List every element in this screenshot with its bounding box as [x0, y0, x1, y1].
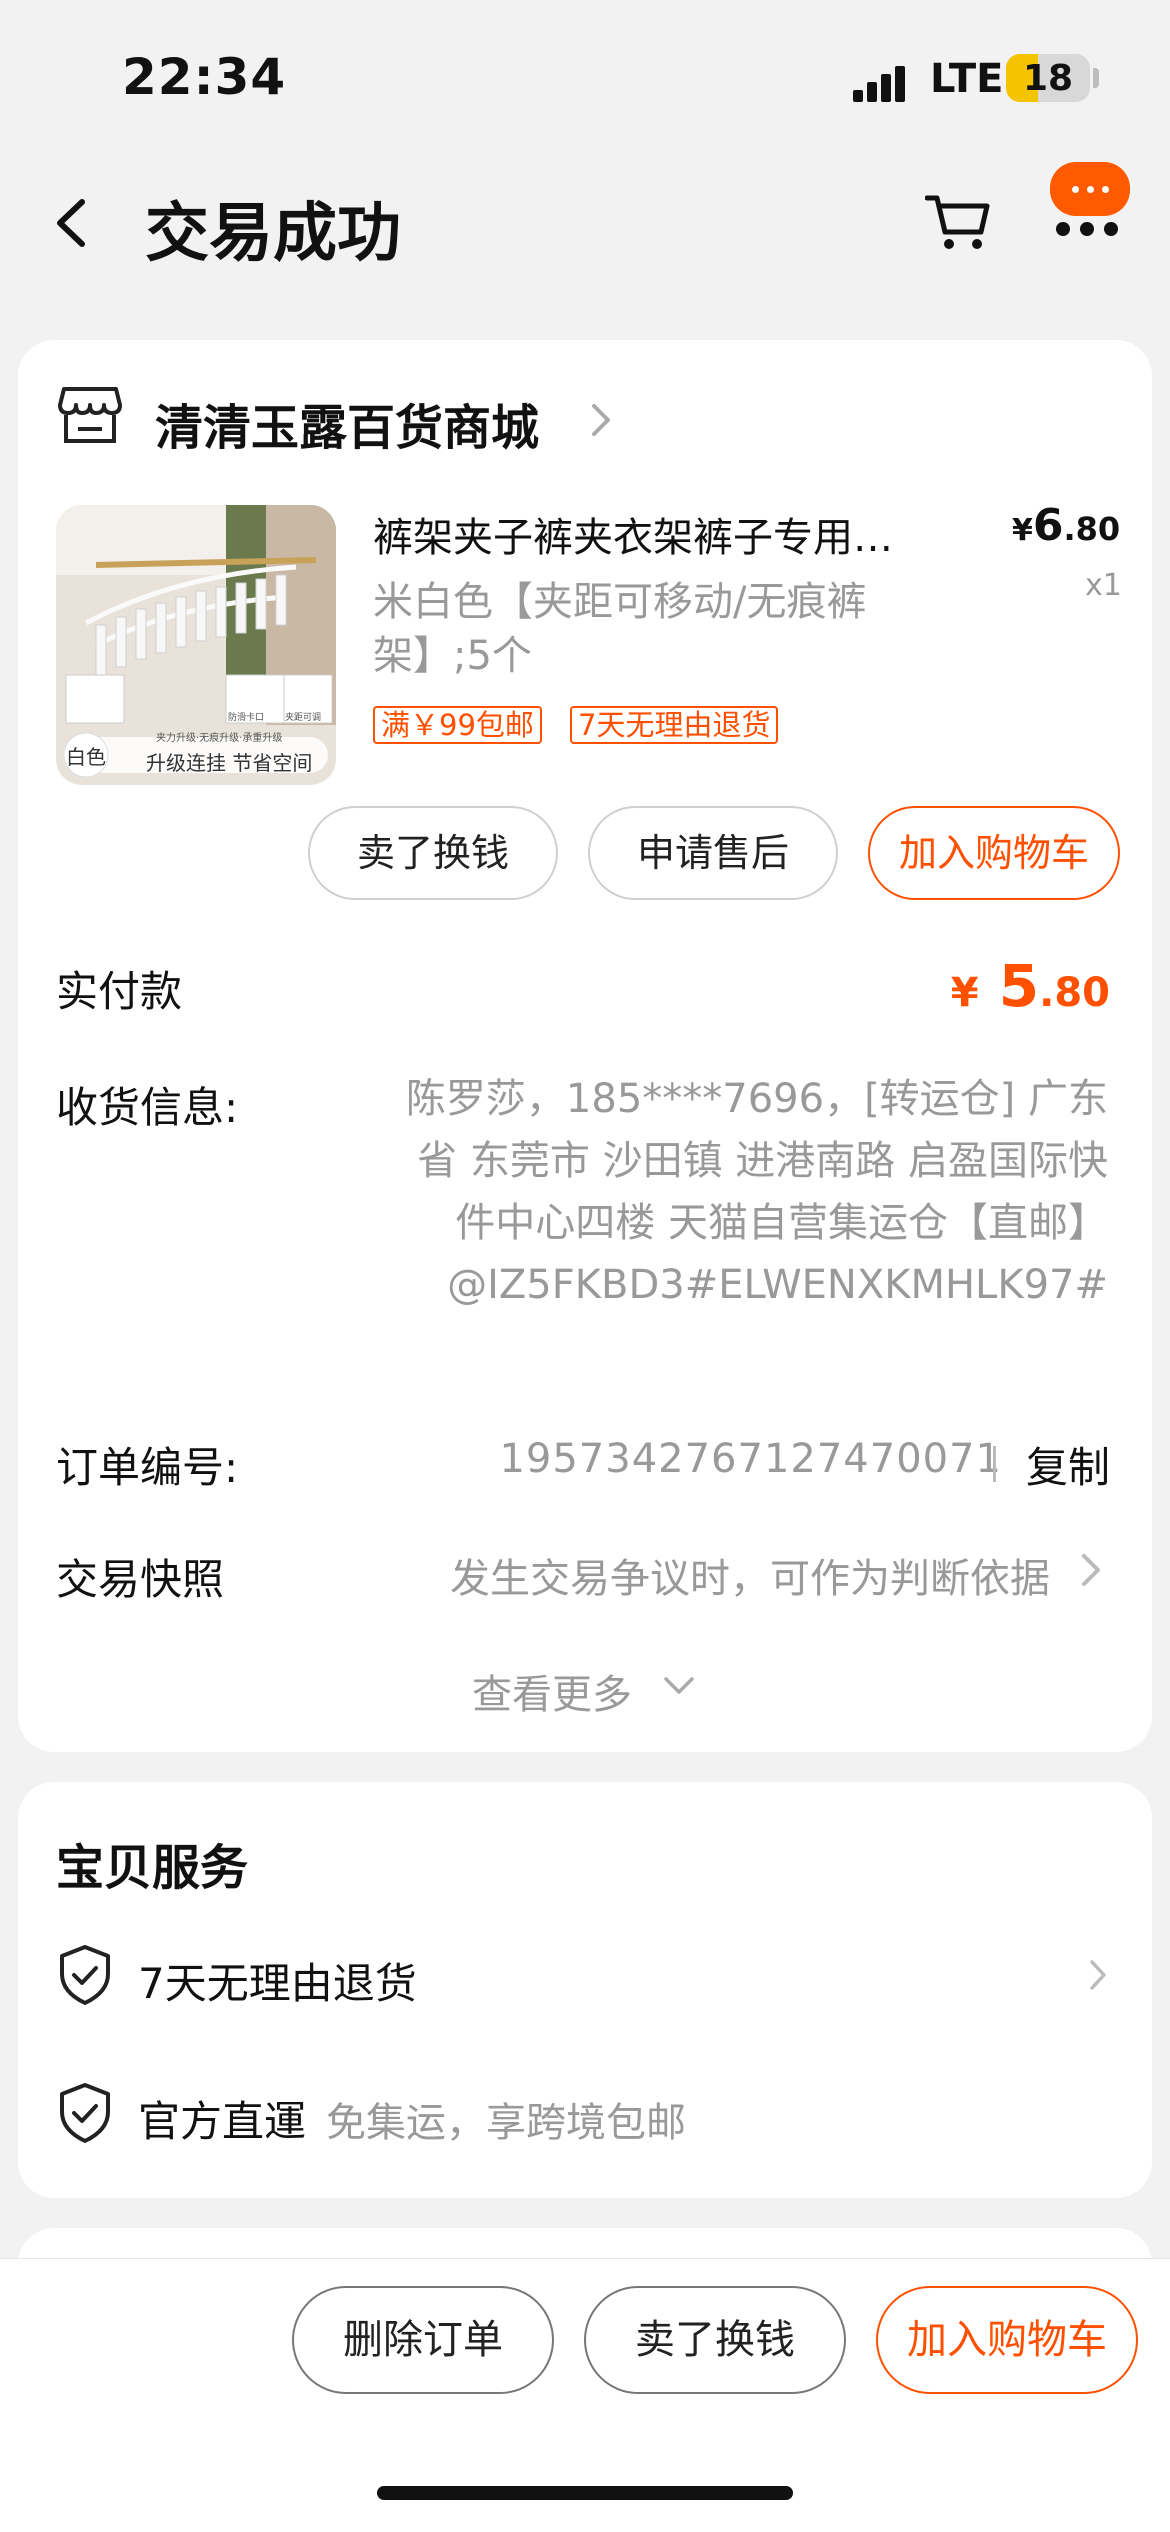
- product-price: ¥6.80: [1012, 500, 1121, 551]
- thumb-label-1: 防滑卡口: [228, 713, 265, 723]
- battery-icon: 18: [1006, 54, 1090, 102]
- see-more-button[interactable]: 查看更多: [472, 1662, 632, 1720]
- service-7day-return[interactable]: 7天无理由退货: [138, 1950, 417, 2011]
- tag-7day-return: 7天无理由退货: [570, 706, 779, 744]
- status-time: 22:34: [122, 48, 287, 106]
- page-title: 交易成功: [145, 197, 401, 271]
- shipping-address: 陈罗莎，185****7696，[转运仓] 广东省 东莞市 沙田镇 进港南路 启…: [405, 1076, 1108, 1308]
- shop-name[interactable]: 清清玉露百货商城: [155, 388, 539, 458]
- message-bubble-icon: [1050, 162, 1130, 216]
- add-to-cart-button[interactable]: 加入购物车: [868, 806, 1120, 900]
- more-menu-button[interactable]: [1042, 160, 1132, 240]
- network-type: LTE: [930, 56, 1004, 102]
- battery-cap: [1093, 68, 1099, 88]
- thumb-caption: 升级连挂 节省空间: [146, 751, 313, 775]
- product-title[interactable]: 裤架夹子裤夹衣架裤子专用…: [373, 505, 963, 563]
- service-official-direct-sub: 免集运，享跨境包邮: [326, 2100, 686, 2146]
- thumb-label-2: 夹距可调: [285, 713, 322, 723]
- thumb-badge: 白色: [66, 745, 106, 769]
- shield-check-icon: [60, 2083, 110, 2143]
- thumb-headline: 夹力升级·无痕升级·承重升级: [156, 733, 283, 744]
- product-quantity: x1: [1085, 568, 1122, 603]
- service-official-direct: 官方直運: [138, 2097, 307, 2146]
- snapshot-label[interactable]: 交易快照: [56, 1546, 224, 1607]
- cart-icon[interactable]: [925, 192, 991, 252]
- snapshot-hint[interactable]: 发生交易争议时，可作为判断依据: [450, 1546, 1050, 1604]
- order-number: 1957342767127470071: [499, 1436, 1002, 1482]
- chevron-right-icon[interactable]: [1080, 1552, 1102, 1588]
- shield-check-icon: [60, 1945, 110, 2005]
- paid-label: 实付款: [56, 967, 183, 1016]
- order-number-label: 订单编号:: [56, 1443, 239, 1492]
- shop-icon[interactable]: [58, 385, 122, 445]
- divider: [993, 1446, 996, 1482]
- chevron-right-icon[interactable]: [1088, 1958, 1108, 1992]
- product-image[interactable]: 白色 升级连挂 节省空间 夹力升级·无痕升级·承重升级 防滑卡口 夹距可调: [56, 505, 336, 785]
- copy-button[interactable]: 复制: [1026, 1434, 1110, 1495]
- services-title: 宝贝服务: [56, 1840, 249, 1896]
- after-sale-button[interactable]: 申请售后: [588, 806, 838, 900]
- home-indicator[interactable]: [377, 2486, 793, 2500]
- paid-amount: ¥ 5.80: [950, 952, 1110, 1020]
- sell-button-bottom[interactable]: 卖了换钱: [584, 2286, 846, 2394]
- battery-level: 18: [1022, 58, 1074, 99]
- cellular-signal-icon: [853, 62, 913, 102]
- delete-order-button[interactable]: 删除订单: [292, 2286, 554, 2394]
- product-sku: 米白色【夹距可移动/无痕裤架】;5个: [373, 579, 867, 679]
- chevron-down-icon[interactable]: [663, 1676, 695, 1696]
- back-icon[interactable]: [52, 198, 92, 248]
- sell-button[interactable]: 卖了换钱: [308, 806, 558, 900]
- add-to-cart-button-bottom[interactable]: 加入购物车: [876, 2286, 1138, 2394]
- address-label: 收货信息:: [56, 1083, 239, 1132]
- chevron-right-icon[interactable]: [588, 400, 614, 440]
- tag-free-shipping: 满￥99包邮: [373, 706, 542, 744]
